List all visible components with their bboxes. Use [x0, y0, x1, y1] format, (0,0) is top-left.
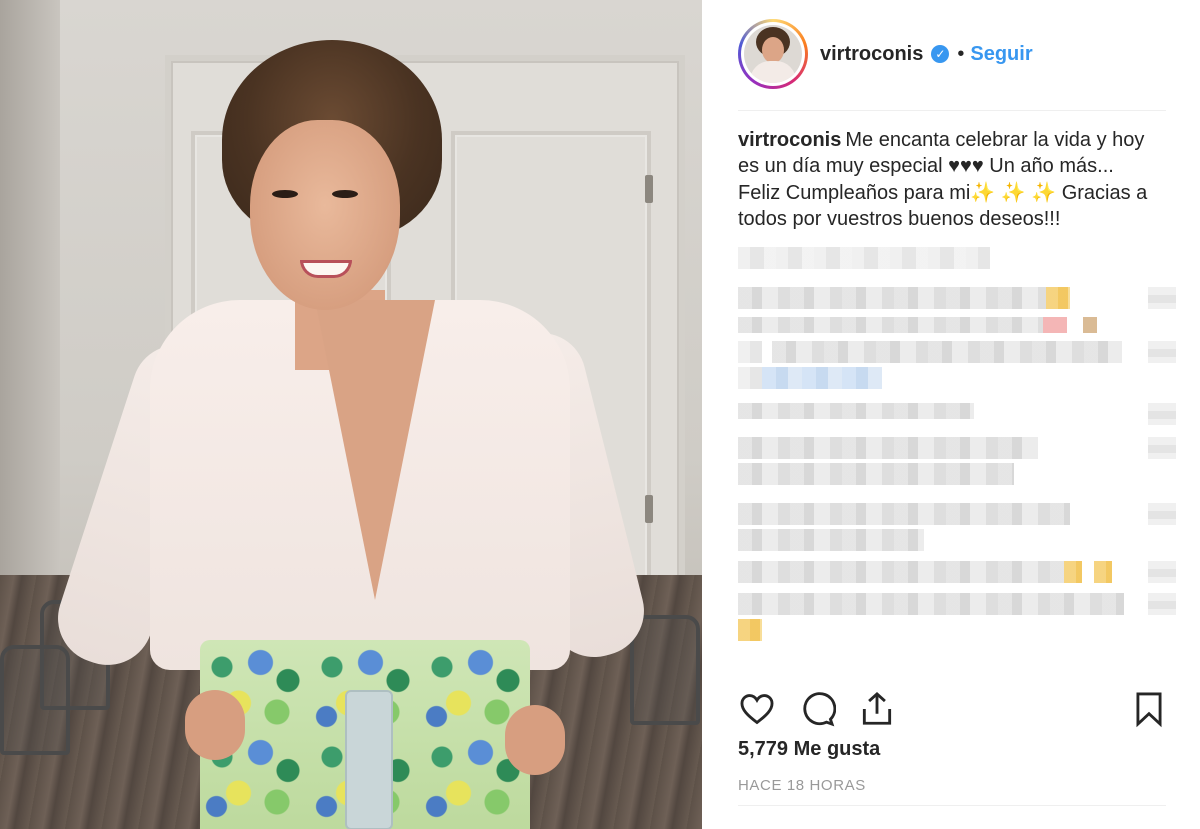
pixelated-emoji	[738, 340, 762, 363]
pixelated-like	[1148, 340, 1176, 363]
pixelated-comment	[738, 246, 1178, 269]
pixelated-text	[738, 560, 1064, 583]
photo-hand-right	[505, 705, 565, 775]
header-divider	[738, 110, 1166, 111]
caption-username[interactable]: virtroconis	[738, 129, 841, 151]
pixelated-text	[738, 436, 1038, 459]
pixelated-emoji	[1043, 316, 1067, 333]
avatar-story-ring[interactable]	[738, 19, 808, 89]
pixelated-text	[772, 340, 1122, 363]
bookmark-icon[interactable]	[1130, 690, 1168, 728]
pixelated-text	[738, 462, 1014, 485]
footer-divider	[738, 805, 1166, 806]
door-hinge	[645, 175, 653, 203]
pixelated-text	[738, 528, 924, 551]
username-link[interactable]: virtroconis	[820, 43, 923, 66]
photo-chair	[630, 615, 700, 725]
pixelated-like	[1148, 560, 1176, 583]
pixelated-comment	[738, 286, 1178, 309]
pixelated-emoji	[1094, 560, 1112, 583]
pixelated-comment	[738, 402, 1178, 425]
pixelated-emoji	[738, 618, 762, 641]
pixelated-like	[1148, 286, 1176, 309]
pixelated-comment	[738, 528, 1178, 551]
pixelated-like	[1148, 592, 1176, 615]
pixelated-text	[738, 366, 762, 389]
heart-icon[interactable]	[738, 690, 776, 728]
pixelated-like	[1148, 502, 1176, 525]
post-timestamp[interactable]: HACE 18 HORAS	[738, 777, 866, 794]
pixelated-text	[738, 286, 1046, 309]
pixelated-comment	[738, 436, 1178, 459]
comment-icon[interactable]	[798, 690, 837, 728]
pixelated-comment	[738, 618, 1178, 641]
pixelated-emoji	[1046, 286, 1070, 309]
pixelated-emoji	[1083, 316, 1097, 333]
pixelated-text	[738, 592, 1124, 615]
instagram-post: virtroconis ✓ • Seguir virtroconis Me enc…	[0, 0, 1200, 829]
pixelated-comment	[738, 316, 1178, 339]
pixelated-like	[1148, 436, 1176, 459]
pixelated-comment	[738, 340, 1178, 363]
pixelated-comment	[738, 592, 1178, 615]
post-actions	[738, 690, 1168, 730]
photo-hand-left	[185, 690, 245, 760]
photo-eye	[332, 190, 358, 198]
pixelated-mention	[762, 366, 882, 389]
follow-button[interactable]: Seguir	[970, 43, 1032, 66]
post-photo[interactable]	[0, 0, 702, 829]
avatar-body	[750, 61, 796, 83]
pixelated-text	[738, 502, 1070, 525]
share-icon[interactable]	[858, 690, 896, 728]
pixelated-emoji	[1064, 560, 1082, 583]
pixelated-comment	[738, 560, 1178, 583]
door-hinge	[645, 495, 653, 523]
pixelated-text	[738, 246, 990, 269]
avatar-frame	[741, 22, 805, 86]
photo-face	[250, 120, 400, 310]
pixelated-comment	[738, 502, 1178, 525]
verified-badge-icon: ✓	[931, 45, 950, 63]
comments-section: virtroconis Me encanta celebrar la vida y…	[738, 127, 1178, 687]
photo-chair	[0, 645, 70, 755]
pixelated-comment	[738, 366, 1178, 389]
post-header: virtroconis ✓ • Seguir	[738, 16, 1166, 92]
pixelated-text	[738, 402, 974, 419]
photo-eye	[272, 190, 298, 198]
pixelated-comment	[738, 462, 1178, 485]
post-side-panel: virtroconis ✓ • Seguir virtroconis Me enc…	[702, 0, 1200, 829]
separator-dot: •	[957, 42, 965, 65]
avatar-face	[762, 37, 784, 63]
avatar[interactable]	[744, 25, 802, 83]
pixelated-text	[738, 316, 1043, 333]
likes-count[interactable]: 5,779 Me gusta	[738, 738, 880, 761]
photo-belt	[345, 690, 393, 829]
pixelated-like	[1148, 402, 1176, 425]
post-caption: virtroconis Me encanta celebrar la vida y…	[738, 127, 1148, 233]
photo-neckline	[315, 300, 435, 600]
